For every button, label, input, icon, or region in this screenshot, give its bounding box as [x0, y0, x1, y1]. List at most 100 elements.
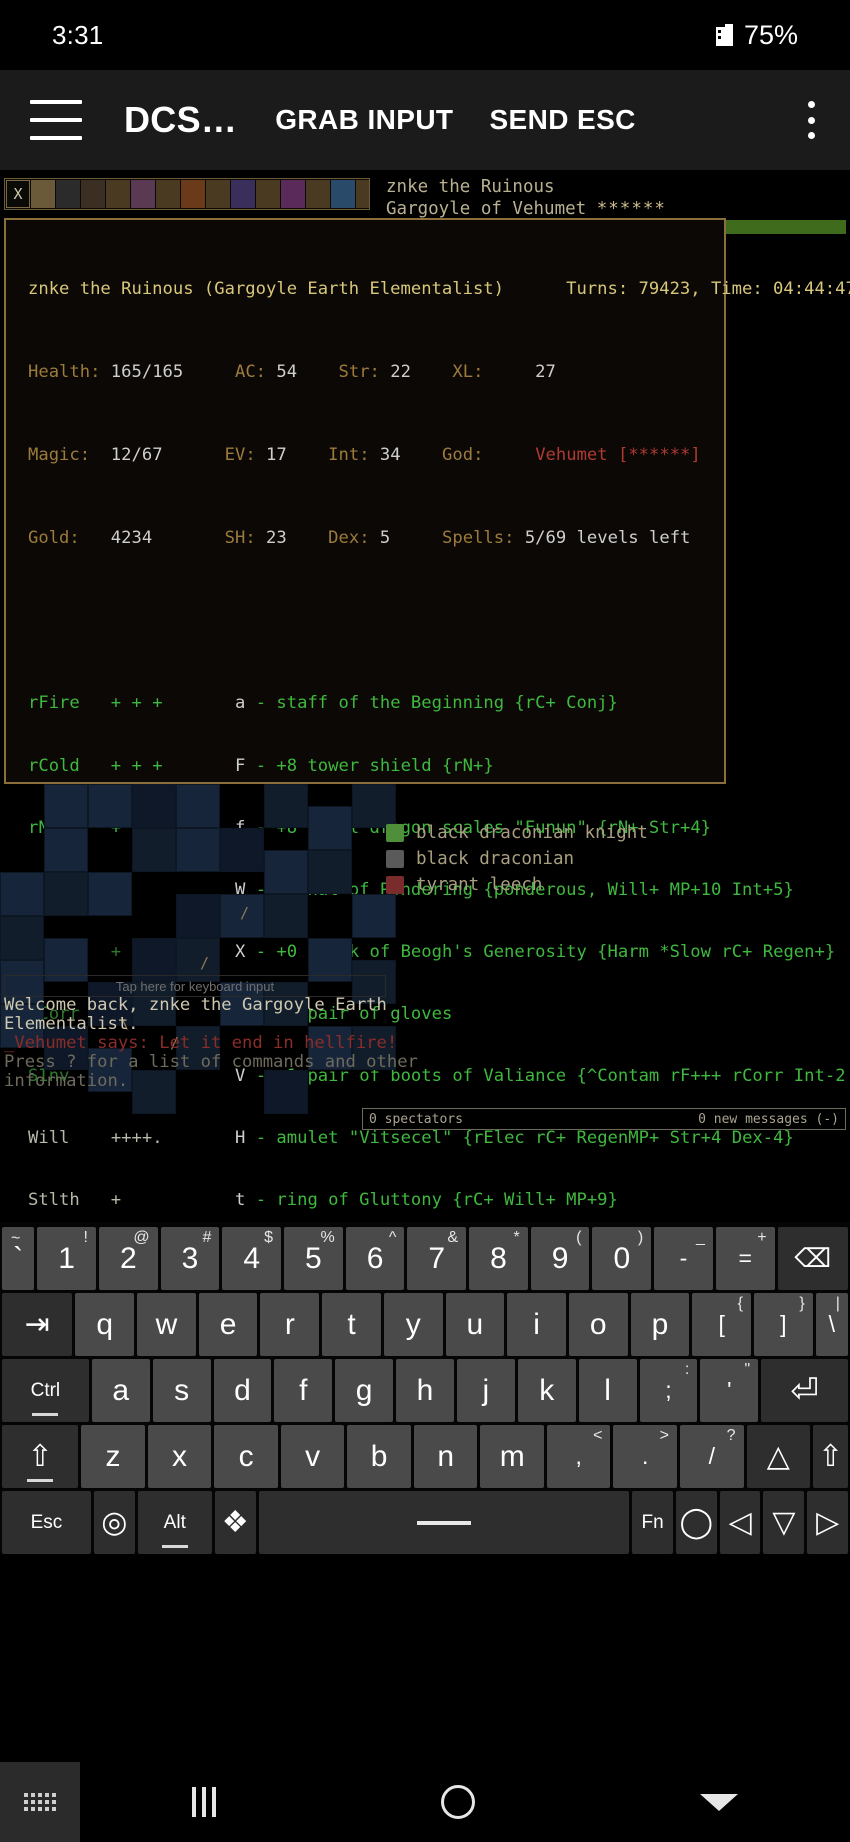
key-p[interactable]: p	[630, 1293, 690, 1356]
key-[[interactable]: {[	[692, 1293, 751, 1356]
enter-icon[interactable]: ⏎	[761, 1359, 849, 1422]
key-label: u	[466, 1307, 484, 1341]
settings-icon[interactable]: ◎	[93, 1491, 135, 1554]
key-8[interactable]: * 8	[469, 1227, 528, 1290]
key-t[interactable]: t	[322, 1293, 381, 1356]
key-w[interactable]: w	[137, 1293, 196, 1356]
key-shift-label: )	[637, 1229, 644, 1246]
key-g[interactable]: g	[335, 1359, 394, 1422]
key-r[interactable]: r	[260, 1293, 320, 1356]
inventory-slot-icon[interactable]	[156, 180, 180, 208]
keyboard-icon[interactable]	[0, 1762, 80, 1842]
key-][interactable]: }]	[753, 1293, 813, 1356]
key-1[interactable]: ! 1	[37, 1227, 96, 1290]
key-9[interactable]: (9	[530, 1227, 590, 1290]
key-b[interactable]: b	[347, 1425, 411, 1488]
key-o[interactable]: o	[568, 1293, 628, 1356]
key-Fn[interactable]: Fn	[632, 1491, 673, 1554]
shift-icon[interactable]: ⇧	[2, 1425, 79, 1488]
recents-icon[interactable]	[192, 1787, 217, 1817]
keyboard-input-hint[interactable]: Tap here for keyboard input	[4, 975, 386, 997]
key-y[interactable]: y	[383, 1293, 443, 1356]
arrow-left-icon[interactable]: ◁	[719, 1491, 761, 1554]
arrow-right-icon[interactable]: ▷	[807, 1491, 849, 1554]
hide-keyboard-icon[interactable]	[699, 1793, 738, 1811]
inventory-slot-icon[interactable]	[31, 180, 55, 208]
inventory-slot-icon[interactable]	[231, 180, 255, 208]
key-5[interactable]: % 5	[284, 1227, 343, 1290]
key-label: ⇧	[817, 1440, 844, 1473]
inventory-slot-icon[interactable]	[356, 180, 369, 208]
inventory-slot-icon[interactable]	[206, 180, 230, 208]
key-v[interactable]: v	[280, 1425, 345, 1488]
send-esc-button[interactable]: SEND ESC	[489, 104, 635, 136]
monster-list-item[interactable]: black draconian knight	[386, 820, 648, 846]
monster-list-item[interactable]: black draconian	[386, 846, 648, 872]
key-h[interactable]: h	[396, 1359, 454, 1422]
key-j[interactable]: j	[456, 1359, 515, 1422]
spectator-count: 0 spectators	[369, 1111, 463, 1127]
key-x[interactable]: x	[147, 1425, 212, 1488]
game-viewport[interactable]: znke the Ruinous Gargoyle of Vehumet ***…	[0, 170, 850, 1222]
key-u[interactable]: u	[445, 1293, 505, 1356]
key--[interactable]: _ -	[654, 1227, 713, 1290]
monster-list-item[interactable]: tyrant leech	[386, 872, 648, 898]
key-`[interactable]: ~ `	[2, 1227, 35, 1290]
inventory-slot-icon[interactable]	[281, 180, 305, 208]
inventory-slot-icon[interactable]	[81, 180, 105, 208]
key-n[interactable]: n	[413, 1425, 478, 1488]
home-icon[interactable]	[440, 1785, 475, 1819]
virtual-keyboard[interactable]: ~ `! 1 @2 #3 $4% 5 ^ 6 & 7 * 8(9) 0 _ - + = ⌫ ⇥ q w e r t y u i o p{[…	[0, 1222, 850, 1554]
shift-icon[interactable]: ⇧	[813, 1425, 849, 1488]
arrow-up-icon[interactable]: △	[746, 1425, 811, 1488]
inventory-close-button[interactable]: X	[6, 180, 30, 208]
key-Ctrl[interactable]: Ctrl	[2, 1359, 89, 1422]
inventory-slot-icon[interactable]	[306, 180, 330, 208]
arrow-down-icon[interactable]: ▽	[763, 1491, 805, 1554]
space-bar[interactable]	[258, 1491, 630, 1554]
key-0[interactable]: ) 0	[592, 1227, 652, 1290]
circle-icon[interactable]: ◯	[675, 1491, 717, 1554]
inventory-slot-icon[interactable]	[131, 180, 155, 208]
key-4[interactable]: $4	[222, 1227, 282, 1290]
key-/[interactable]: ? /	[680, 1425, 744, 1488]
backspace-icon[interactable]: ⌫	[777, 1227, 848, 1290]
inventory-slot-icon[interactable]	[181, 180, 205, 208]
inventory-slot-icon[interactable]	[331, 180, 355, 208]
key-s[interactable]: s	[152, 1359, 211, 1422]
meta-key-icon[interactable]: ❖	[214, 1491, 256, 1554]
key-Esc[interactable]: Esc	[2, 1491, 91, 1554]
inventory-slot-icon[interactable]	[56, 180, 80, 208]
grab-input-button[interactable]: GRAB INPUT	[275, 104, 453, 136]
key-i[interactable]: i	[507, 1293, 566, 1356]
key-q[interactable]: q	[75, 1293, 135, 1356]
key-;[interactable]: :;	[639, 1359, 698, 1422]
tab-icon[interactable]: ⇥	[2, 1293, 73, 1356]
key-k[interactable]: k	[517, 1359, 576, 1422]
key-6[interactable]: ^ 6	[345, 1227, 405, 1290]
key-Alt[interactable]: Alt	[137, 1491, 212, 1554]
inventory-slot-icon[interactable]	[106, 180, 130, 208]
overflow-menu-icon[interactable]	[794, 97, 828, 143]
key-c[interactable]: c	[214, 1425, 278, 1488]
key-d[interactable]: d	[213, 1359, 272, 1422]
key-f[interactable]: f	[274, 1359, 333, 1422]
key-e[interactable]: e	[198, 1293, 258, 1356]
key-m[interactable]: m	[480, 1425, 544, 1488]
spectator-bar[interactable]: 0 spectators 0 new messages (-)	[362, 1108, 846, 1130]
key-z[interactable]: z	[81, 1425, 145, 1488]
key-'[interactable]: " '	[700, 1359, 759, 1422]
key-7[interactable]: & 7	[407, 1227, 467, 1290]
key-3[interactable]: #3	[160, 1227, 220, 1290]
key-\[interactable]: | \	[815, 1293, 848, 1356]
hamburger-menu-icon[interactable]	[30, 100, 82, 140]
key-a[interactable]: a	[91, 1359, 150, 1422]
key-=[interactable]: + =	[715, 1227, 775, 1290]
key-.[interactable]: >.	[613, 1425, 678, 1488]
inventory-slot-icon[interactable]	[256, 180, 280, 208]
key-l[interactable]: l	[578, 1359, 637, 1422]
inventory-toolbar[interactable]: X ...	[4, 178, 370, 210]
key-2[interactable]: @2	[98, 1227, 158, 1290]
key-,[interactable]: <,	[546, 1425, 611, 1488]
message-log[interactable]: Welcome back, znke the Gargoyle Earth El…	[4, 996, 524, 1091]
